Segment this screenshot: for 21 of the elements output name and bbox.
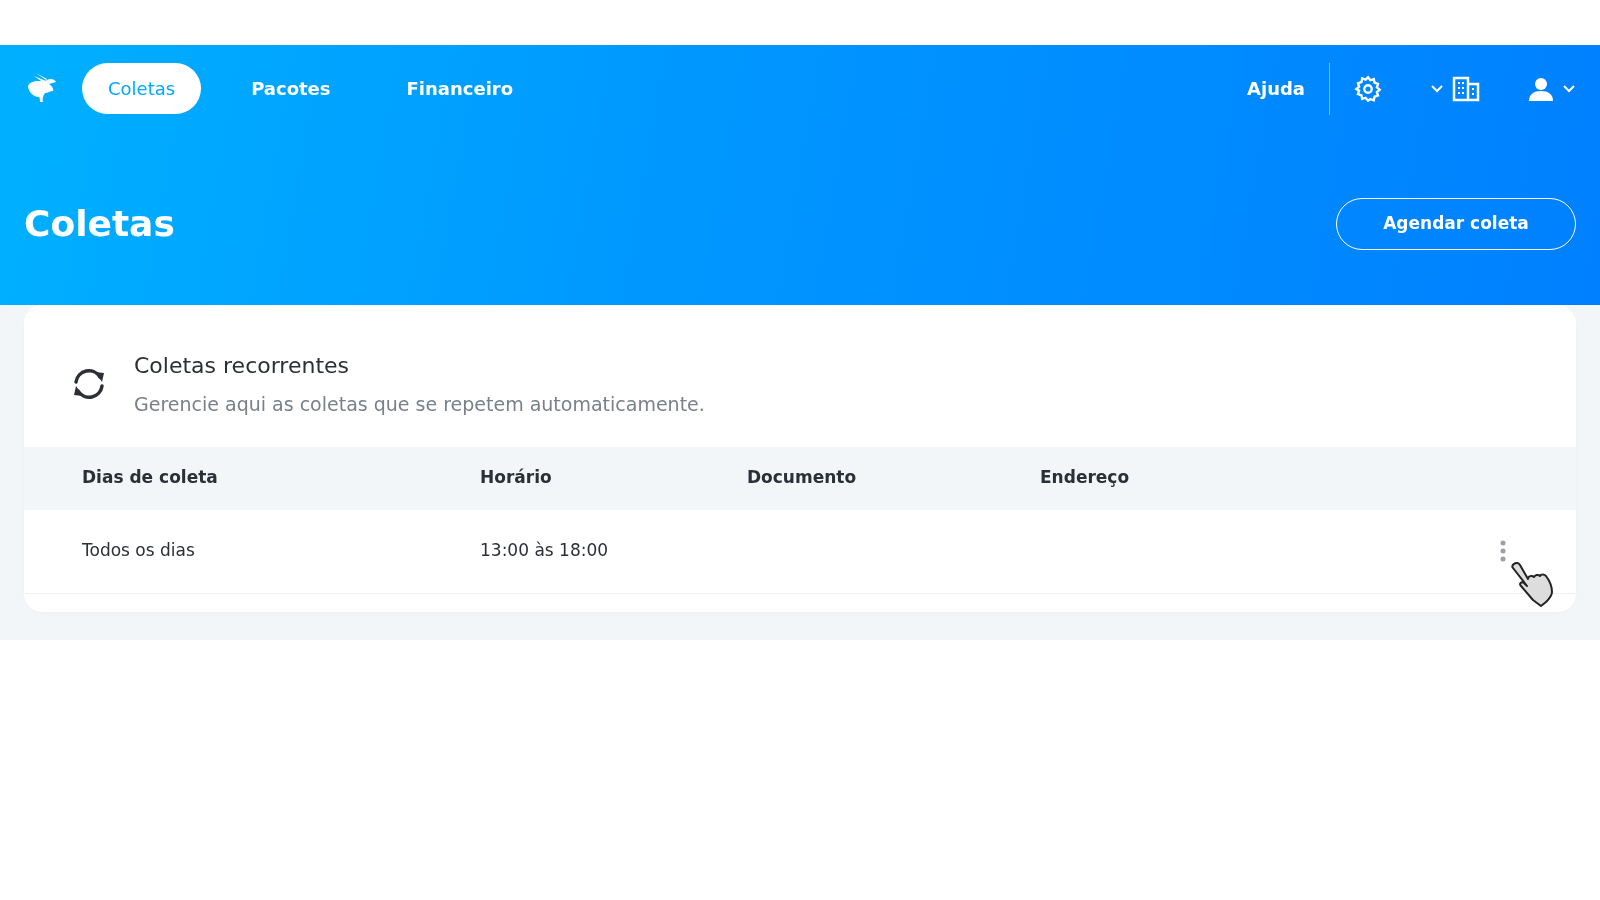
building-dropdown[interactable] (1430, 75, 1480, 102)
table-cell: 13:00 às 18:00 (480, 540, 609, 561)
column-header: Dias de coleta (82, 467, 218, 488)
nav-tab[interactable]: Financeiro (380, 63, 540, 114)
settings-icon[interactable] (1354, 74, 1382, 103)
user-icon (1528, 75, 1554, 102)
table-cell: Todos os dias (82, 540, 195, 561)
column-header: Documento (747, 467, 857, 488)
building-icon (1452, 75, 1480, 102)
nav-tab[interactable]: Pacotes (225, 63, 357, 114)
more-options-icon[interactable] (1500, 540, 1506, 562)
chevron-down-icon (1430, 83, 1444, 94)
help-link[interactable]: Ajuda (1247, 75, 1305, 102)
user-menu[interactable] (1528, 75, 1576, 102)
column-header: Endereço (1040, 467, 1130, 488)
section-subtitle: Gerencie aqui as coletas que se repetem automaticamente. (134, 392, 705, 417)
section-title: Coletas recorrentes (134, 352, 350, 380)
chevron-down-icon (1562, 83, 1576, 94)
page-title: Coletas (24, 202, 175, 246)
nav-tab[interactable]: Coletas (82, 63, 202, 114)
column-header: Horário (480, 467, 552, 488)
